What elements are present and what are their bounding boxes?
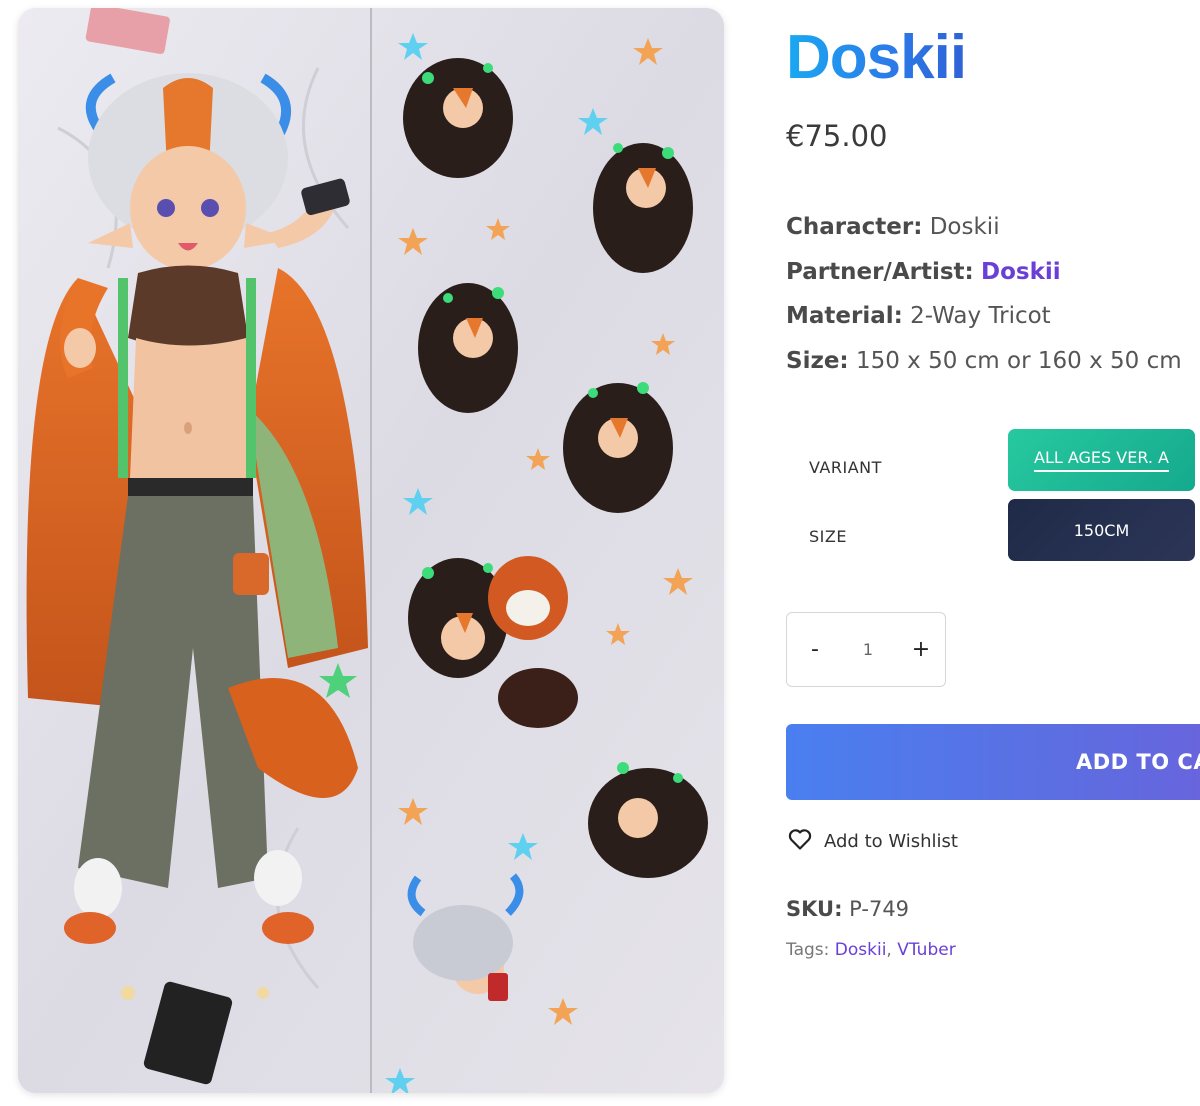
pillow-cover-artwork xyxy=(18,8,724,1093)
size-option-button[interactable]: 150CM xyxy=(1008,499,1195,561)
spec-character-label: Character: xyxy=(786,214,923,240)
spec-size-value: 150 x 50 cm or 160 x 50 cm xyxy=(855,348,1182,374)
sku-label: SKU: xyxy=(786,897,843,921)
spec-material: Material: 2-Way Tricot xyxy=(786,301,1051,331)
quantity-input[interactable] xyxy=(846,639,890,660)
tag-separator: , xyxy=(886,940,892,960)
quantity-stepper: - + xyxy=(786,612,946,687)
spec-partner-label: Partner/Artist: xyxy=(786,259,974,285)
variant-label: VARIANT xyxy=(809,458,882,477)
spec-partner-link[interactable]: Doskii xyxy=(981,259,1061,285)
variant-option-label: ALL AGES VER. A xyxy=(1034,448,1169,472)
size-label: SIZE xyxy=(809,527,847,546)
spec-size-label: Size: xyxy=(786,348,849,374)
sku-value: P-749 xyxy=(849,897,910,921)
quantity-decrease-button[interactable]: - xyxy=(805,637,825,662)
spec-material-label: Material: xyxy=(786,303,903,329)
product-image[interactable] xyxy=(18,8,724,1093)
spec-character-value: Doskii xyxy=(929,214,1000,240)
product-price: €75.00 xyxy=(786,119,888,153)
spec-partner: Partner/Artist: Doskii xyxy=(786,257,1061,287)
wishlist-label: Add to Wishlist xyxy=(824,831,958,852)
spec-size: Size: 150 x 50 cm or 160 x 50 cm xyxy=(786,346,1182,376)
product-tags: Tags: Doskii, VTuber xyxy=(786,940,956,960)
add-to-cart-button[interactable]: ADD TO CA xyxy=(786,724,1200,800)
tag-link-vtuber[interactable]: VTuber xyxy=(897,940,955,960)
product-page: Doskii €75.00 Character: Doskii Partner/… xyxy=(0,0,1200,1106)
variant-option-button[interactable]: ALL AGES VER. A xyxy=(1008,429,1195,491)
product-title: Doskii xyxy=(786,18,967,98)
add-to-wishlist-link[interactable]: Add to Wishlist xyxy=(788,828,958,855)
quantity-increase-button[interactable]: + xyxy=(911,637,931,662)
heart-outline-icon xyxy=(788,828,812,855)
tags-label: Tags: xyxy=(786,940,830,960)
spec-material-value: 2-Way Tricot xyxy=(910,303,1051,329)
spec-character: Character: Doskii xyxy=(786,212,1000,242)
product-sku: SKU: P-749 xyxy=(786,897,909,921)
tag-link-doskii[interactable]: Doskii xyxy=(835,940,887,960)
